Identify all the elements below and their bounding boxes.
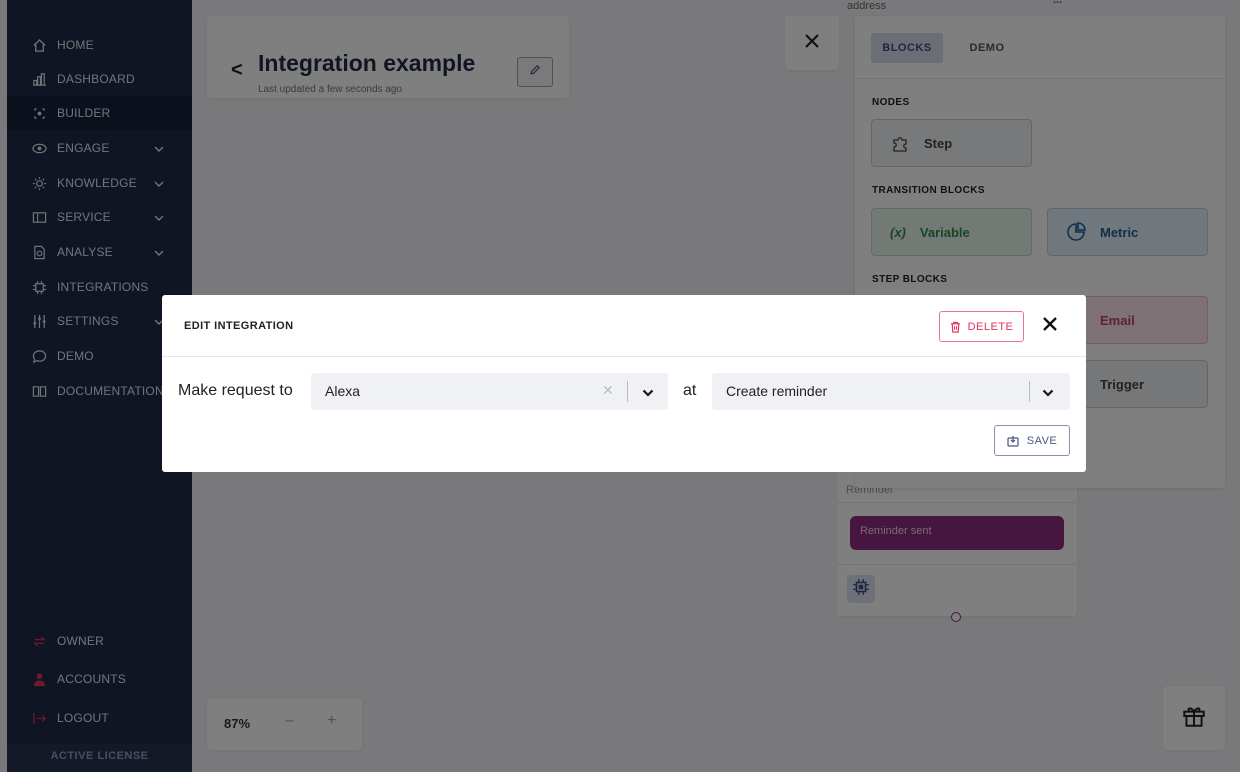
trash-icon [950, 321, 961, 333]
divider [1029, 381, 1030, 402]
action-select[interactable]: Create reminder [712, 373, 1070, 410]
at-label: at [683, 382, 697, 399]
delete-button[interactable]: DELETE [939, 311, 1024, 342]
save-label: SAVE [1026, 434, 1058, 447]
divider [627, 381, 628, 402]
close-modal-button[interactable] [1039, 315, 1061, 337]
service-select[interactable]: Alexa ✕ [311, 373, 668, 410]
close-icon [1042, 316, 1058, 337]
save-button[interactable]: SAVE [994, 425, 1070, 456]
service-value: Alexa [325, 383, 361, 399]
save-icon [1007, 435, 1019, 447]
divider [162, 356, 1086, 357]
modal-title: EDIT INTEGRATION [184, 320, 294, 332]
delete-label: DELETE [967, 320, 1014, 333]
chevron-down-icon[interactable] [1042, 385, 1054, 401]
edit-integration-modal: EDIT INTEGRATION DELETE Make request to … [162, 295, 1086, 472]
action-value: Create reminder [726, 383, 828, 399]
chevron-down-icon[interactable] [642, 385, 654, 401]
clear-icon[interactable]: ✕ [602, 382, 614, 399]
request-label: Make request to [178, 382, 293, 399]
